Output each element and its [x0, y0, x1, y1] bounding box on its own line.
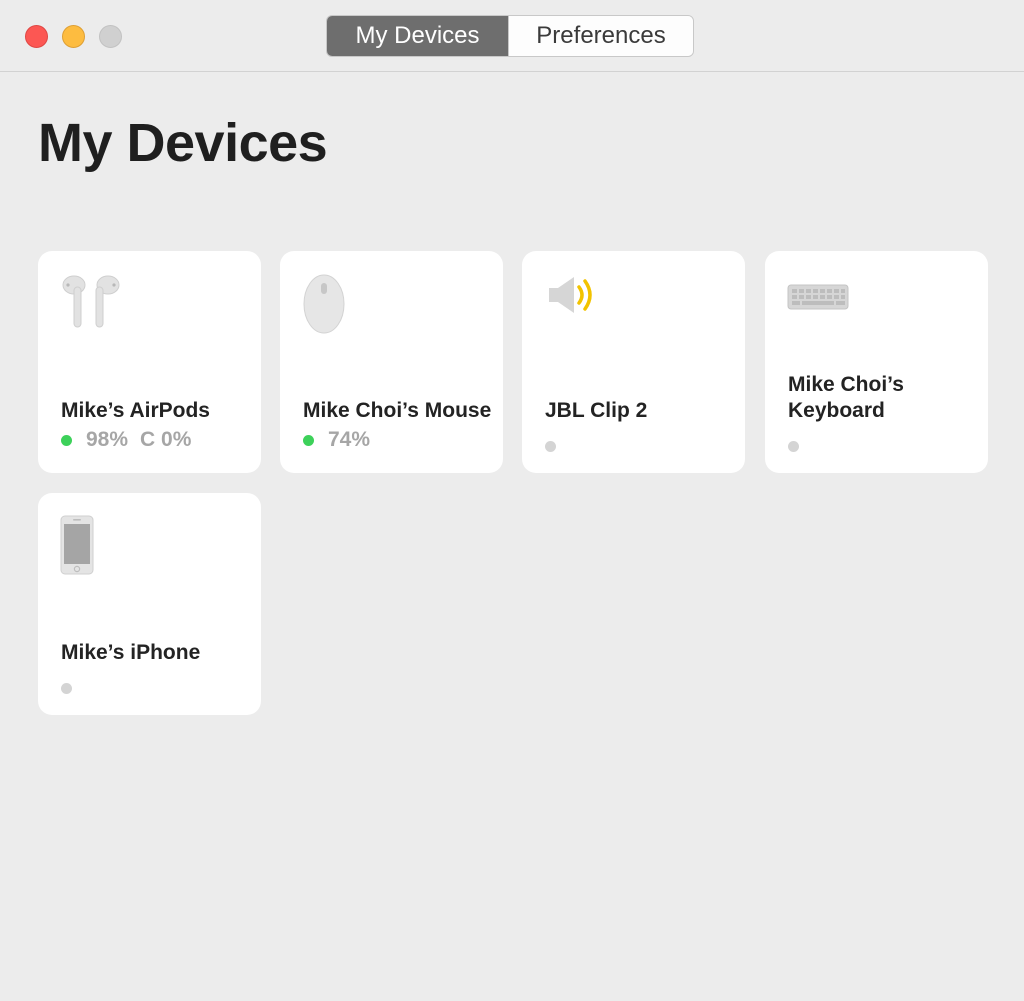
device-status [545, 441, 556, 452]
mouse-icon [302, 273, 346, 340]
keyboard-icon [787, 273, 851, 318]
title-bar: My Devices Preferences [0, 0, 1024, 72]
device-card-airpods[interactable]: Mike’s AirPods 98% C 0% [38, 251, 261, 473]
speaker-icon [544, 273, 604, 322]
disconnected-indicator [788, 441, 799, 452]
case-battery-level: C 0% [140, 428, 192, 451]
airpods-icon [60, 273, 124, 336]
close-window-button[interactable] [25, 25, 48, 48]
device-name: Mike’s AirPods [61, 399, 210, 422]
device-name: Mike Choi’s Mouse [303, 399, 492, 422]
device-status: 74% [303, 428, 370, 452]
device-name: Mike’s iPhone [61, 641, 201, 664]
disconnected-indicator [545, 441, 556, 452]
tab-my-devices[interactable]: My Devices [327, 16, 508, 56]
connected-indicator [61, 434, 72, 446]
view-switcher: My Devices Preferences [326, 15, 694, 57]
page-title: My Devices [38, 113, 328, 173]
tab-preferences[interactable]: Preferences [508, 16, 693, 56]
device-card-keyboard[interactable]: Mike Choi’s Keyboard [765, 251, 988, 473]
disconnected-indicator [61, 683, 72, 694]
device-card-speaker[interactable]: JBL Clip 2 [522, 251, 745, 473]
device-status [61, 683, 72, 694]
device-card-mouse[interactable]: Mike Choi’s Mouse 74% [280, 251, 503, 473]
iphone-icon [60, 515, 96, 582]
device-status: 98% C 0% [61, 428, 191, 452]
device-name: Mike Choi’s Keyboard [788, 373, 904, 422]
minimize-window-button[interactable] [62, 25, 85, 48]
device-card-iphone[interactable]: Mike’s iPhone [38, 493, 261, 715]
zoom-window-button[interactable] [99, 25, 122, 48]
device-name: JBL Clip 2 [545, 399, 648, 422]
device-status [788, 441, 799, 452]
battery-level: 98% [86, 428, 129, 451]
battery-level: 74% [328, 428, 371, 451]
connected-indicator [303, 434, 314, 446]
